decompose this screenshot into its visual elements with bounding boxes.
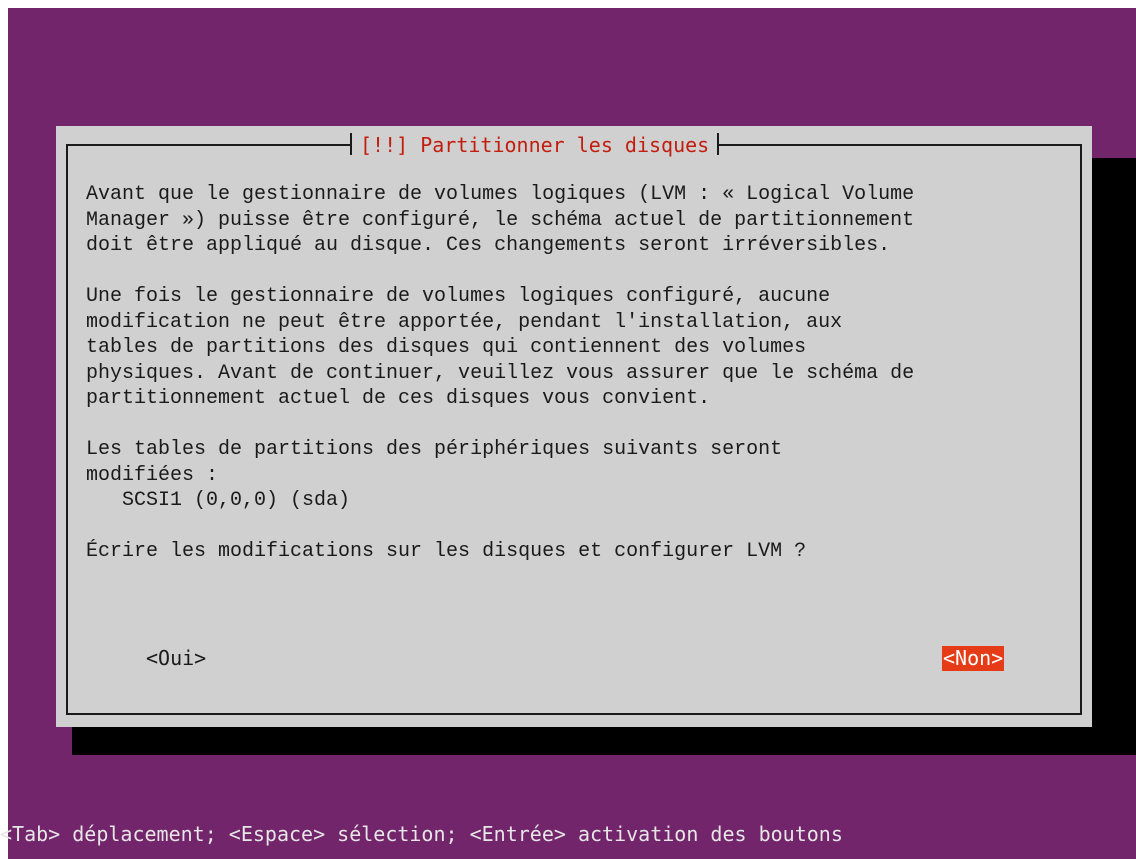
yes-button[interactable]: <Oui> bbox=[145, 646, 207, 671]
no-button[interactable]: <Non> bbox=[942, 646, 1005, 671]
keyboard-hint-bar: <Tab> déplacement; <Espace> sélection; <… bbox=[0, 822, 843, 846]
dialog-message: Avant que le gestionnaire de volumes log… bbox=[86, 183, 915, 563]
partition-dialog: [!!] Partitionner les disques Avant que … bbox=[56, 126, 1092, 727]
installer-screen: [!!] Partitionner les disques Avant que … bbox=[8, 8, 1136, 859]
dialog-title: [!!] Partitionner les disques bbox=[350, 130, 720, 160]
